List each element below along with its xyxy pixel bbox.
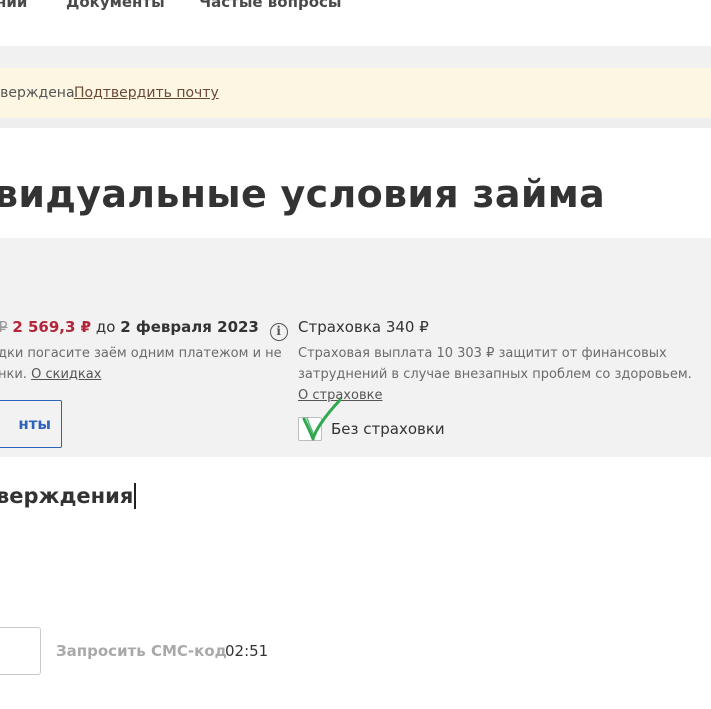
insurance-desc-line-2: затруднений в случае внезапных проблем с… xyxy=(298,367,692,382)
confirmation-heading: верждения xyxy=(0,482,136,510)
banner-divider xyxy=(0,118,711,128)
nav-item-partial[interactable]: ний xyxy=(0,0,27,12)
loan-price-line: ₽ 2 569,3 ₽ до 2 февраля 2023 i xyxy=(0,316,288,341)
until-label: до xyxy=(95,318,116,336)
discount-line-1: дки погасите заём одним платежом и не xyxy=(0,346,282,361)
page-title: видуальные условия займа xyxy=(0,172,606,216)
no-insurance-label: Без страховки xyxy=(331,420,445,438)
insurance-desc-line-1: Страховая выплата 10 303 ₽ защитит от фи… xyxy=(298,346,667,361)
info-icon[interactable]: i xyxy=(269,323,288,341)
discount-line-2: нки. xyxy=(0,367,27,382)
discounts-link[interactable]: О скидках xyxy=(31,367,101,382)
nav-item-documents[interactable]: Документы xyxy=(66,0,165,12)
old-price: ₽ xyxy=(0,318,8,336)
discount-description: дки погасите заём одним платежом и не нк… xyxy=(0,343,282,385)
banner-text: тверждена xyxy=(0,85,75,101)
loan-option-button[interactable]: нты xyxy=(0,400,62,448)
due-date: 2 февраля 2023 xyxy=(120,318,259,336)
top-nav: ний Документы Частые вопросы xyxy=(0,0,711,46)
sms-code-input[interactable] xyxy=(0,627,41,675)
insurance-title: Страховка 340 ₽ xyxy=(298,318,429,336)
resend-timer: 02:51 xyxy=(225,642,269,660)
request-sms-code-button[interactable]: Запросить СМС-код xyxy=(56,640,227,662)
header-divider xyxy=(0,46,711,68)
text-cursor xyxy=(134,483,136,509)
confirm-email-link[interactable]: Подтвердить почту xyxy=(74,68,219,118)
confirmation-heading-text: верждения xyxy=(0,484,134,508)
page: ний Документы Частые вопросы тверждена П… xyxy=(0,0,711,709)
insurance-description: Страховая выплата 10 303 ₽ защитит от фи… xyxy=(298,343,692,385)
nav-item-faq[interactable]: Частые вопросы xyxy=(199,0,341,12)
discounted-price: 2 569,3 ₽ xyxy=(12,318,92,336)
email-warning-banner: тверждена Подтвердить почту xyxy=(0,68,711,118)
